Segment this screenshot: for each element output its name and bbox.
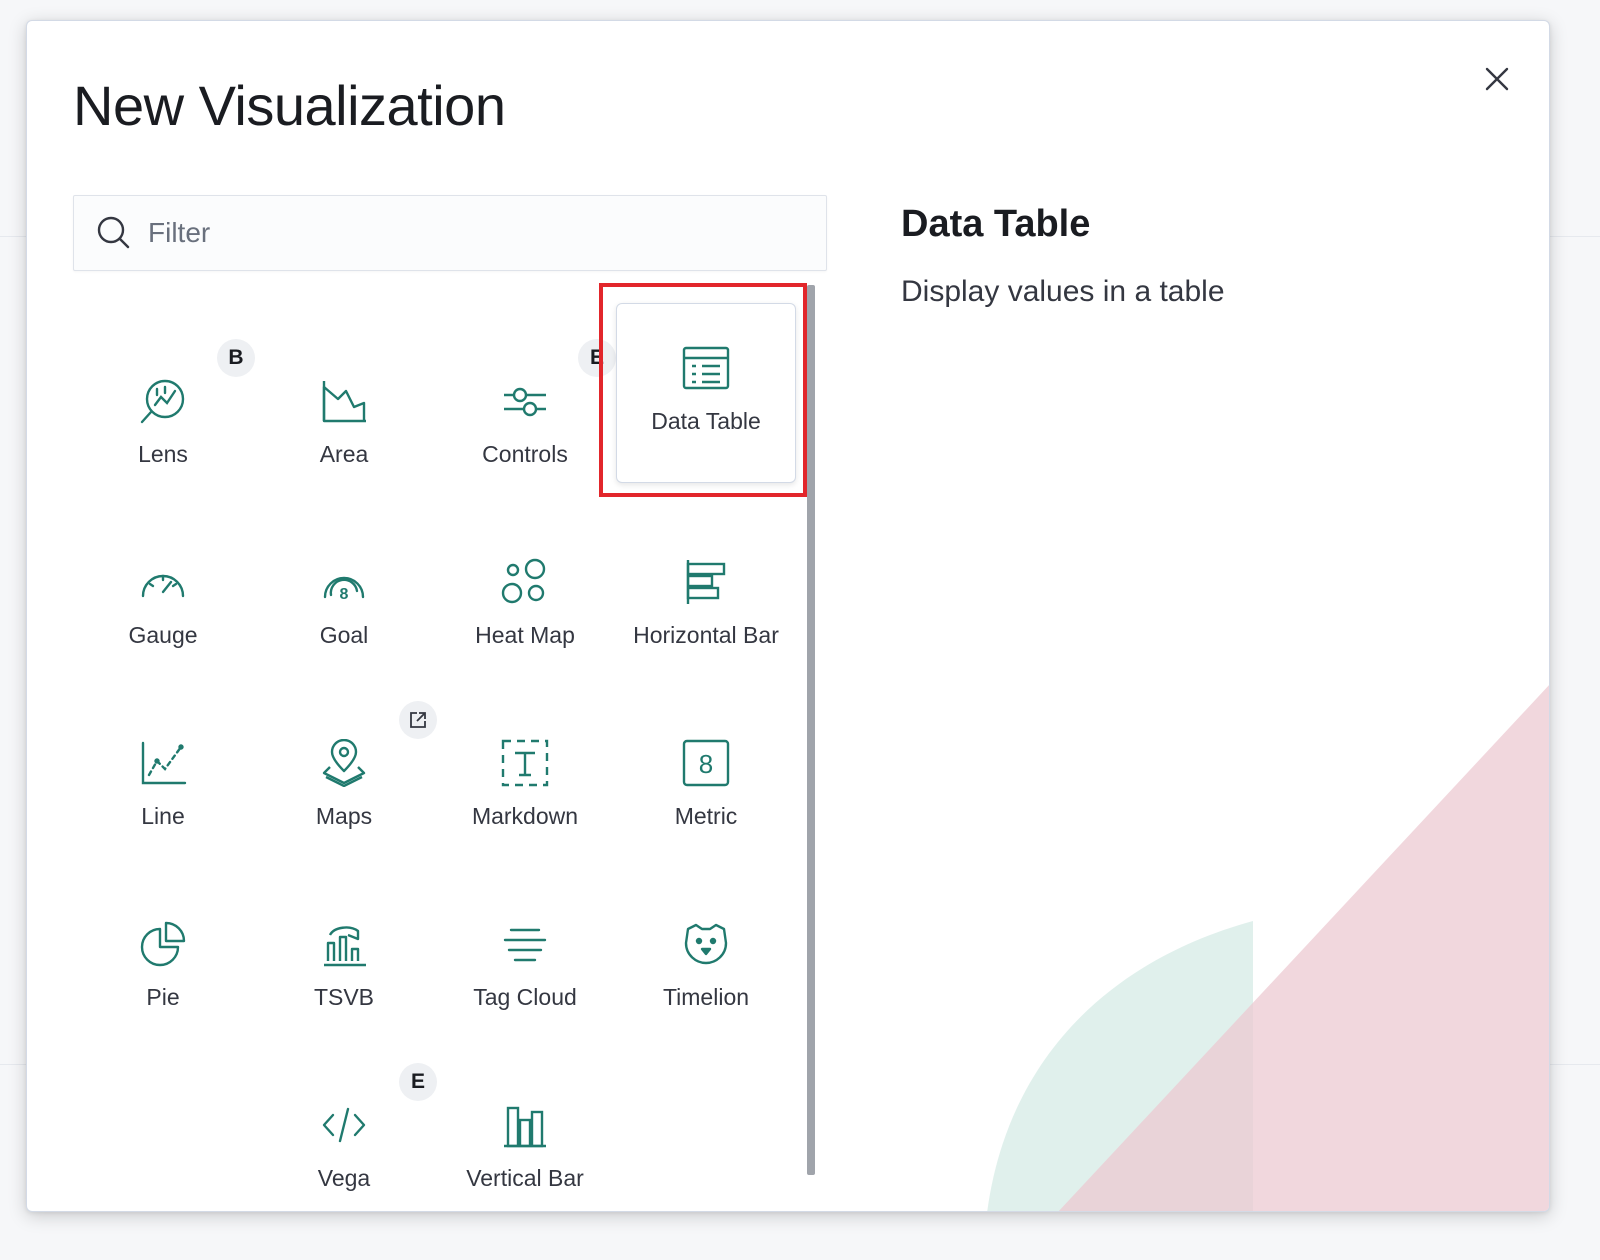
modal-title: New Visualization (73, 74, 506, 137)
tile-data-table[interactable]: Data Table (616, 303, 796, 483)
tile-label: Markdown (471, 803, 579, 829)
tile-horizontal-bar[interactable]: Horizontal Bar (616, 500, 796, 680)
vertical-bar-icon (497, 1097, 553, 1153)
area-chart-icon (316, 373, 372, 429)
tile-label: TSVB (313, 984, 375, 1010)
tsvb-icon (316, 916, 372, 972)
tile-label: Heat Map (475, 622, 575, 648)
new-visualization-modal: New Visualization Lens B (26, 20, 1550, 1212)
beta-badge: B (217, 339, 255, 377)
tile-pie[interactable]: Pie (73, 862, 253, 1042)
tile-goal[interactable]: 8 Goal (254, 500, 434, 680)
data-table-icon (678, 340, 734, 396)
tag-cloud-icon (497, 916, 553, 972)
tile-tag-cloud[interactable]: Tag Cloud (435, 862, 615, 1042)
line-chart-icon (135, 735, 191, 791)
tile-label: Vega (317, 1165, 371, 1191)
tile-label: Pie (146, 984, 180, 1010)
tile-metric[interactable]: 8 Metric (616, 681, 796, 861)
tile-label: Maps (315, 803, 373, 829)
tile-line[interactable]: Line (73, 681, 253, 861)
tile-label: Timelion (662, 984, 750, 1010)
controls-icon (497, 373, 553, 429)
external-link-badge[interactable] (399, 701, 437, 739)
experimental-badge: E (578, 339, 616, 377)
close-icon (1485, 67, 1509, 91)
timelion-icon (678, 916, 734, 972)
metric-icon: 8 (678, 735, 734, 791)
tile-label: Area (319, 441, 369, 467)
tile-vertical-bar[interactable]: Vertical Bar (435, 1043, 615, 1211)
tile-label: Data Table (651, 408, 761, 434)
filter-input[interactable] (148, 217, 788, 249)
tile-markdown[interactable]: Markdown (435, 681, 615, 861)
tile-label: Line (141, 803, 185, 829)
tile-label: Tag Cloud (473, 984, 577, 1010)
tile-label: Horizontal Bar (633, 622, 779, 648)
close-button[interactable] (1475, 57, 1519, 101)
tile-label: Vertical Bar (466, 1165, 584, 1191)
tile-heat-map[interactable]: Heat Map (435, 500, 615, 680)
filter-field[interactable] (73, 195, 827, 271)
description-text: Display values in a table (901, 275, 1225, 308)
tile-tsvb[interactable]: TSVB (254, 862, 434, 1042)
vega-code-icon (316, 1097, 372, 1153)
description-title: Data Table (901, 203, 1091, 245)
search-icon (97, 216, 130, 249)
svg-text:8: 8 (340, 586, 349, 603)
tile-label: Lens (138, 441, 188, 467)
maps-icon (316, 735, 372, 791)
pie-chart-icon (135, 916, 191, 972)
grid-scrollbar[interactable] (807, 285, 815, 1175)
tile-label: Gauge (128, 622, 198, 648)
tile-label: Controls (482, 441, 568, 467)
tile-timelion[interactable]: Timelion (616, 862, 796, 1042)
heat-map-icon (497, 554, 553, 610)
lens-icon (135, 373, 191, 429)
tile-label: Goal (319, 622, 369, 648)
tile-area[interactable]: Area (254, 319, 434, 499)
tile-gauge[interactable]: Gauge (73, 500, 253, 680)
markdown-icon (497, 735, 553, 791)
goal-icon: 8 (316, 554, 372, 610)
visualization-type-grid: Lens B Area Controls E Data Table Gauge … (73, 283, 829, 1191)
horizontal-bar-icon (678, 554, 734, 610)
svg-text:8: 8 (699, 749, 713, 779)
gauge-icon (135, 554, 191, 610)
external-link-icon (410, 712, 426, 728)
experimental-badge: E (399, 1063, 437, 1101)
tile-label: Metric (674, 803, 738, 829)
